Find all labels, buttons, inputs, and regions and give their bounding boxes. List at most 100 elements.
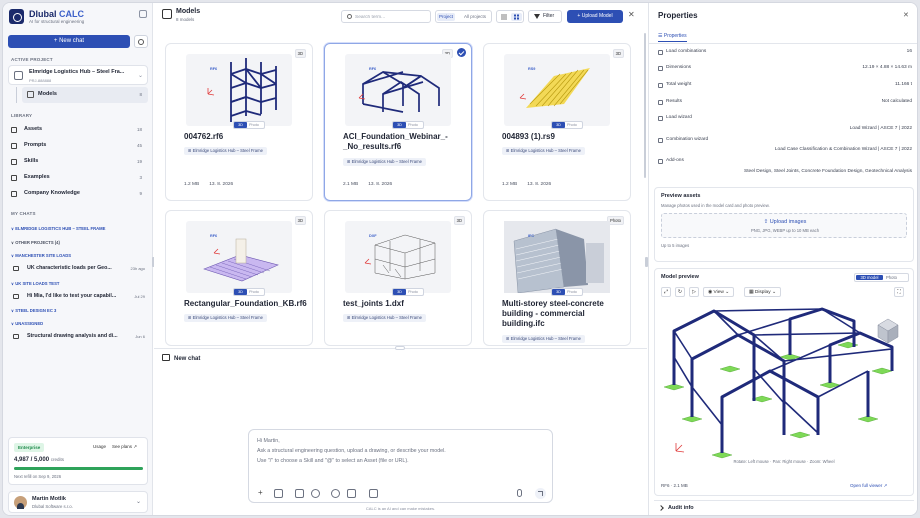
sidebar-item-prompts[interactable]: Prompts 45 [9,140,147,152]
model-file-name: Rectangular_Foundation_KB.rf6 [184,299,307,308]
sidebar-item-company-knowledge[interactable]: Company Knowledge 9 [9,188,147,200]
credits-progress-bar [14,467,143,470]
close-icon[interactable]: ✕ [903,11,909,19]
sidebar-item-skills[interactable]: Skills 19 [9,156,147,168]
model-thumbnail: RF6 3D Photo [186,221,292,296]
model-card[interactable]: 3D RS9 3D Photo 004893 (1).rs9 ⊞ Elmridge… [483,43,631,201]
view-dropdown[interactable]: ◉ View ⌄ [703,287,735,297]
chat-group-other-projects[interactable]: ∨ OTHER PROJECTS (4) [11,240,60,245]
model-card[interactable]: Photo IFC 3D Photo Multi-storey steel-con… [483,210,631,346]
send-button[interactable] [535,488,546,499]
preview-3d-button[interactable]: 3D model [856,275,883,280]
library-count: 45 [136,143,142,148]
preview-mode-pill[interactable]: 3D Photo [233,288,265,296]
list-view-icon[interactable] [499,13,509,21]
book-icon[interactable] [347,489,356,498]
chat-date: Jun 6 [135,334,145,339]
sidebar-search-button[interactable] [134,35,148,48]
sidebar-item-models[interactable]: Models 8 [22,87,148,103]
brand-name: Dlubal CALC [29,9,85,19]
preview-mode-pill[interactable]: 3D Photo [551,288,583,296]
display-dropdown[interactable]: ▦ Display ⌄ [744,287,781,297]
preview-mode-pill[interactable]: 3D Photo [233,121,265,129]
preview-mode-pill[interactable]: 3D Photo [551,121,583,129]
chat-group-manchester[interactable]: ∨ MANCHESTER SITE LOADS [11,253,71,258]
usage-link[interactable]: Usage [93,444,106,449]
project-tag: ⊞ Elmridge Logistics Hub – Steel Frame [184,147,267,155]
sidebar-item-examples[interactable]: Examples 3 [9,172,147,184]
chat-bubble-icon [13,266,19,271]
sparkle-icon[interactable] [311,489,320,498]
new-chat-button[interactable]: + New chat [8,35,130,48]
properties-title: Properties [658,11,698,20]
reset-view-icon[interactable]: ↻ [675,287,685,297]
prompt-hint-line: Use "/" to choose a Skill and "@" to sel… [257,458,409,464]
file-type-tag: RF6 [210,234,218,238]
scope-project-button[interactable]: Project [437,13,456,21]
microphone-icon[interactable] [517,489,522,497]
preview-assets-subtitle: Manage photos used in the model card and… [661,203,770,208]
model-meta: 1.2 MB 13. 8. 2026 [184,182,234,187]
filter-button[interactable]: Filter [528,10,562,23]
see-plans-link[interactable]: See plans ↗ [112,444,137,450]
view-cube-icon[interactable] [877,318,899,344]
file-type-tag: RF6 [210,67,218,71]
user-menu[interactable]: Martin Motlik Dlubal Software s.r.o. ⌄ [8,491,148,513]
scope-all-projects-button[interactable]: All projects [462,13,488,21]
model-card[interactable]: 3D RF6 3D Photo 004762.rf6 ⊞ Elmridge Log… [165,43,313,201]
active-project-selector[interactable]: Elmridge Logistics Hub – Steel Fra... PR… [8,65,148,85]
prompt-greeting: Hi Martin, [257,438,280,444]
library-count: 18 [136,127,142,132]
chat-item[interactable]: Structural drawing analysis and di... Jun… [11,332,147,342]
expand-icon[interactable]: ⤢ [661,287,671,297]
chat-group-uk-site[interactable]: ∨ UK SITE LOADS TEST [11,281,59,286]
copy-icon[interactable] [295,489,304,498]
model-context-icon[interactable] [369,489,378,498]
sidebar-item-assets[interactable]: Assets 18 [9,124,147,136]
library-count: 9 [139,191,142,196]
chat-group-steel-design[interactable]: ∨ STEEL DESIGN EC 3 [11,308,56,313]
chat-item[interactable]: Hi Mia, I'd like to test your capabil...… [11,292,147,302]
play-icon[interactable]: ▷ [689,287,699,297]
chat-item[interactable]: UK characteristic loads per Geo... 23h ag… [11,264,147,274]
add-attachment-icon[interactable]: + [258,489,267,498]
model-thumbnail: DXF 3D Photo [345,221,451,296]
split-drag-handle[interactable] [395,346,405,350]
close-icon[interactable]: ✕ [628,10,635,19]
globe-icon[interactable] [331,489,340,498]
trash-icon[interactable] [274,489,283,498]
scope-toggle: Project All projects [435,10,492,23]
model-file-name: ACI_Foundation_Webinar_-_No_results.rf6 [343,132,448,151]
project-id: PRJ-888888 [29,78,52,83]
search-input[interactable] [355,13,429,21]
fullscreen-icon[interactable]: ⛶ [894,287,904,297]
preview-photo-button[interactable]: Photo [886,275,897,280]
tree-line [16,87,17,103]
preview-mode-pill[interactable]: 3D Photo [392,121,424,129]
file-type-tag: IFC [528,234,535,238]
chat-group-unassigned[interactable]: ∨ UNASSIGNED [11,321,43,326]
model-meta: 1.2 MB 13. 8. 2026 [502,182,552,187]
upload-model-button[interactable]: + Upload Model [567,10,623,23]
chat-date: 23h ago [130,266,145,271]
model-card-selected[interactable]: 3D RF6 3DPhoto ACI_Foundation_Webinar_-_… [324,43,472,201]
grid-view-icon[interactable] [511,13,522,21]
library-label: Company Knowledge [24,190,80,196]
upload-limit: Up to 5 images [661,243,690,248]
new-chat-title: New chat [162,354,200,362]
sidebar-toggle-icon[interactable] [139,10,147,18]
models-scrollbar[interactable] [644,33,646,178]
prompt-composer[interactable]: Hi Martin, Ask a structural engineering … [248,429,553,503]
model-card[interactable]: 3D DXF 3D Photo test_joints 1.dxf ⊞ Elmri… [324,210,472,346]
cube-icon [27,91,34,98]
tab-properties[interactable]: ☰ Properties [658,33,687,42]
upload-images-dropzone[interactable]: ⇪ Upload images PNG, JPG, WEBP up to 10 … [661,213,907,238]
model-card[interactable]: 3D RF6 3D Photo Rectangular_Foundation_KB… [165,210,313,346]
chevron-down-icon: ⌄ [135,499,141,505]
3d-model-viewport[interactable] [660,301,908,468]
chat-group-elmridge[interactable]: ∨ ELMRIDGE LOGISTICS HUB – STEEL FRAME [11,226,105,231]
preview-mode-pill[interactable]: 3D Photo [392,288,424,296]
user-company: Dlubal Software s.r.o. [32,504,73,509]
audit-info-expander[interactable]: Audit info [654,500,914,514]
open-full-viewer-link[interactable]: Open full viewer ↗ [850,483,887,489]
